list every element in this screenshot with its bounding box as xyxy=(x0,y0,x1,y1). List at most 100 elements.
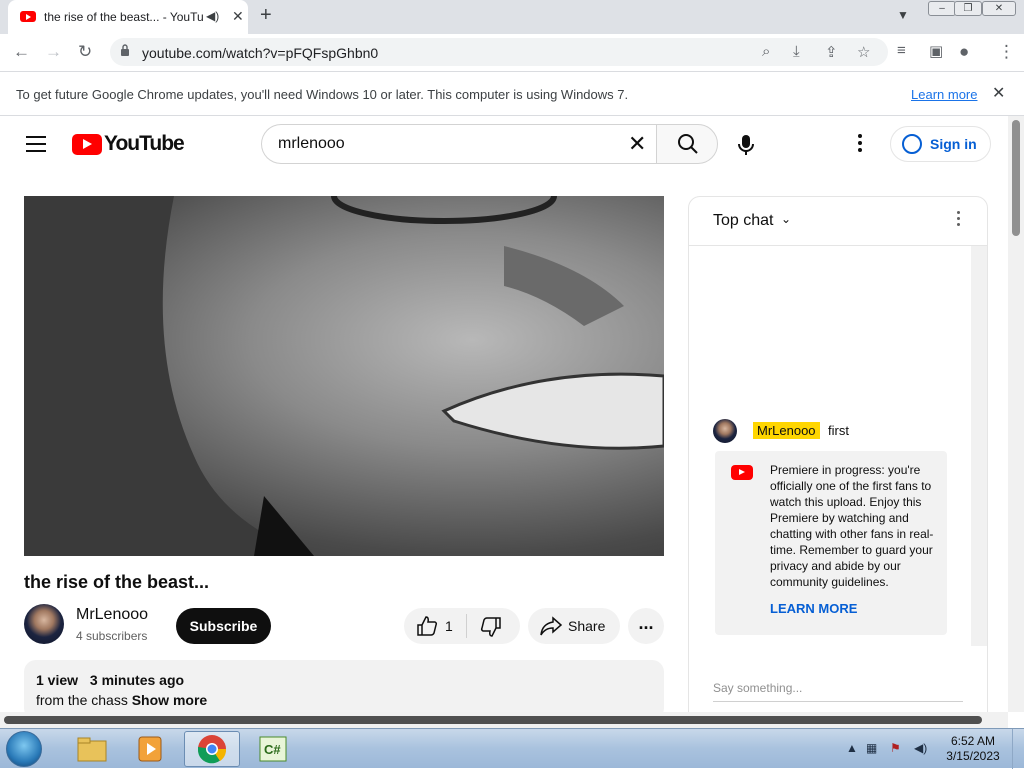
clock-date: 3/15/2023 xyxy=(946,749,1000,763)
like-icon[interactable] xyxy=(416,615,438,637)
account-icon xyxy=(902,134,922,154)
search-icon xyxy=(678,134,698,154)
video-title: the rise of the beast... xyxy=(24,572,210,592)
more-actions-button[interactable]: ... xyxy=(628,608,664,644)
media-player-taskbar-icon[interactable] xyxy=(124,731,180,767)
chat-message-text: first xyxy=(828,423,849,438)
show-desktop-button[interactable] xyxy=(1012,729,1024,769)
zoom-search-icon[interactable]: ⌕ xyxy=(762,43,770,60)
profile-icon[interactable]: ● xyxy=(959,42,969,62)
chat-menu-icon[interactable] xyxy=(957,211,961,229)
posted-time: 3 minutes ago xyxy=(89,672,185,688)
chat-input[interactable]: Say something... xyxy=(713,681,963,702)
chat-author-avatar[interactable] xyxy=(713,419,737,443)
search-input[interactable]: mrlenooo ✕ xyxy=(261,124,657,164)
chrome-taskbar-icon[interactable] xyxy=(184,731,240,767)
tab-title: the rise of the beast... - YouTube xyxy=(44,10,204,24)
description-body: from the chass xyxy=(36,692,128,708)
guide-menu-icon[interactable] xyxy=(26,136,46,152)
search-button[interactable] xyxy=(656,124,718,164)
window-close-button[interactable]: ✕ xyxy=(982,1,1016,16)
action-center-icon[interactable]: ⚑ xyxy=(890,741,901,755)
youtube-logo-text[interactable]: YouTube xyxy=(104,132,185,156)
channel-name[interactable]: MrLenooo xyxy=(76,606,148,624)
infobar-close-icon[interactable]: ✕ xyxy=(992,83,1005,103)
video-player[interactable] xyxy=(24,196,664,556)
sign-in-label: Sign in xyxy=(930,136,977,152)
bookmark-star-icon[interactable]: ☆ xyxy=(857,43,870,61)
volume-icon[interactable]: ◀) xyxy=(914,741,927,755)
chevron-down-icon[interactable]: ⌄ xyxy=(781,212,791,226)
search-query: mrlenooo xyxy=(278,135,345,152)
network-icon[interactable]: ▦ xyxy=(866,741,877,755)
youtube-logo-icon[interactable] xyxy=(72,134,102,155)
description-text: from the chass Show more xyxy=(36,692,207,708)
taskbar-clock[interactable]: 6:52 AM 3/15/2023 xyxy=(944,734,1002,764)
share-page-icon[interactable]: ⇪ xyxy=(825,43,838,61)
chrome-icon xyxy=(197,735,227,764)
premiere-learn-more-link[interactable]: LEARN MORE xyxy=(770,601,857,616)
clear-search-icon[interactable]: ✕ xyxy=(628,131,646,157)
minimize-button[interactable]: – xyxy=(928,1,956,16)
tray-expand-icon[interactable]: ▲ xyxy=(846,741,858,755)
url-text: youtube.com/watch?v=pFQFspGhbn0 xyxy=(142,45,379,61)
dislike-icon[interactable] xyxy=(480,616,502,638)
share-icon xyxy=(540,616,562,636)
youtube-icon xyxy=(731,465,753,480)
live-chat-panel: Top chat ⌄ MrLenooo first Premiere in pr… xyxy=(688,196,988,716)
infobar-learn-more-link[interactable]: Learn more xyxy=(911,87,977,102)
microphone-icon[interactable] xyxy=(737,134,755,156)
page-vertical-scrollbar[interactable] xyxy=(1008,116,1024,712)
chat-author-name[interactable]: MrLenooo xyxy=(753,422,820,439)
browser-toolbar: ← → ↻ youtube.com/watch?v=pFQFspGhbn0 ⌕ … xyxy=(0,34,1024,72)
install-icon[interactable]: ⤓ xyxy=(793,43,800,60)
youtube-favicon-icon xyxy=(20,11,36,22)
youtube-masthead: YouTube mrlenooo ✕ Sign in xyxy=(0,116,1008,172)
browser-tab[interactable]: the rise of the beast... - YouTube ◀) ✕ xyxy=(8,0,248,34)
explorer-taskbar-icon[interactable] xyxy=(64,731,120,767)
settings-menu-icon[interactable] xyxy=(858,134,864,155)
sign-in-button[interactable]: Sign in xyxy=(890,126,991,162)
start-button[interactable] xyxy=(6,731,42,767)
video-meta: 1 view 3 minutes ago xyxy=(36,672,192,688)
windows-taskbar: C# ▲ ▦ ⚑ ◀) 6:52 AM 3/15/2023 xyxy=(0,728,1024,769)
speaker-icon[interactable]: ◀) xyxy=(206,9,219,23)
show-more-link[interactable]: Show more xyxy=(132,692,207,708)
chat-header: Top chat ⌄ xyxy=(689,197,987,246)
media-player-icon xyxy=(138,736,162,762)
chat-mode-label[interactable]: Top chat xyxy=(713,212,773,230)
page-horizontal-scrollbar[interactable] xyxy=(0,712,1008,728)
tab-strip: the rise of the beast... - YouTube ◀) ✕ … xyxy=(0,0,1024,34)
side-panel-icon[interactable]: ▣ xyxy=(929,42,943,60)
like-dislike-bar: 1 xyxy=(404,608,520,644)
share-label: Share xyxy=(568,618,606,634)
like-divider xyxy=(466,614,467,638)
tab-close-icon[interactable]: ✕ xyxy=(232,8,244,25)
reload-icon[interactable]: ↻ xyxy=(78,42,92,62)
view-count: 1 view xyxy=(36,672,79,688)
subscriber-count: 4 subscribers xyxy=(76,629,148,643)
like-count: 1 xyxy=(445,618,453,634)
folder-icon xyxy=(77,737,107,762)
chat-scrollbar[interactable] xyxy=(971,246,987,646)
back-icon[interactable]: ← xyxy=(13,42,30,62)
vertical-scroll-thumb[interactable] xyxy=(1012,120,1020,236)
horizontal-scroll-thumb[interactable] xyxy=(4,716,982,724)
chrome-menu-icon[interactable]: ⋮ xyxy=(998,42,1015,62)
svg-text:C#: C# xyxy=(264,742,281,757)
infobar-message: To get future Google Chrome updates, you… xyxy=(16,87,629,102)
new-tab-button[interactable]: + xyxy=(260,4,272,27)
description-box[interactable]: 1 view 3 minutes ago from the chass Show… xyxy=(24,660,664,720)
maximize-button[interactable]: ❐ xyxy=(954,1,982,16)
csharp-app-taskbar-icon[interactable]: C# xyxy=(246,731,302,767)
share-button[interactable]: Share xyxy=(528,608,620,644)
forward-icon[interactable]: → xyxy=(45,42,62,62)
premiere-notice: Premiere in progress: you're officially … xyxy=(715,451,947,635)
tab-search-icon[interactable]: ▼ xyxy=(897,8,909,22)
lock-icon xyxy=(121,44,129,56)
update-infobar: To get future Google Chrome updates, you… xyxy=(0,72,1024,116)
address-bar[interactable]: youtube.com/watch?v=pFQFspGhbn0 ⌕ ⤓ ⇪ ☆ xyxy=(110,38,888,66)
channel-avatar[interactable] xyxy=(24,604,64,644)
subscribe-button[interactable]: Subscribe xyxy=(176,608,271,644)
media-control-icon[interactable]: ≡ xyxy=(897,42,906,59)
